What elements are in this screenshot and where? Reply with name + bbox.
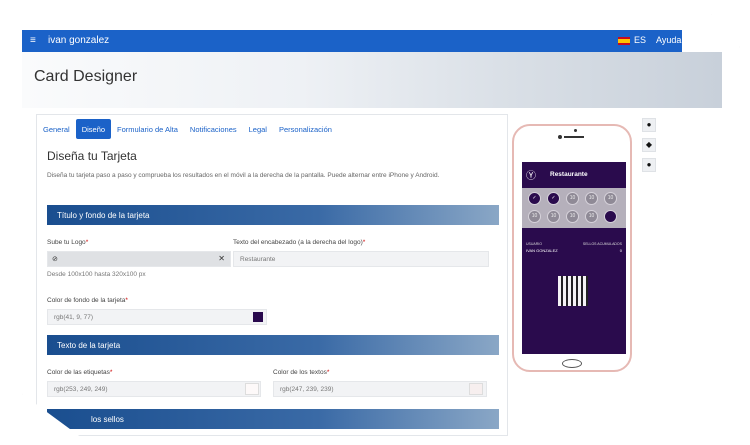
spain-flag-icon[interactable] [618, 37, 630, 45]
app-window: ≡ ivan gonzalez ES Ayuda Card Designer G… [22, 14, 740, 436]
card-info: USUARIO SELLOS ACUMULADOS IVAN GONZALEZ 0 [526, 240, 622, 253]
stamp: 10 [566, 192, 579, 205]
clear-icon[interactable]: ✕ [218, 254, 225, 263]
info-left-label: USUARIO [526, 242, 542, 246]
tab-diseno[interactable]: Diseño [75, 119, 112, 139]
stamp: 10 [585, 210, 598, 223]
section-band-title-bg: Título y fondo de la tarjeta [47, 205, 499, 225]
apple-icon[interactable]: ● [642, 118, 656, 132]
tab-general[interactable]: General [37, 119, 76, 139]
card-preview: Ⓨ Restaurante ✓ ✓ 10 10 10 10 10 10 10 U… [522, 162, 626, 354]
stamp [604, 210, 617, 223]
designer-panel: General Diseño Formulario de Alta Notifi… [36, 114, 508, 436]
section-band-stamps: los sellos [47, 409, 499, 429]
logo-label: Sube tu Logo* [47, 239, 89, 246]
tab-notificaciones[interactable]: Notificaciones [184, 119, 243, 139]
user-name[interactable]: ivan gonzalez [48, 35, 109, 46]
section-heading: Diseña tu Tarjeta [47, 149, 137, 163]
label-color-input[interactable]: rgb(253, 249, 249) [47, 381, 261, 397]
card-title: Restaurante [550, 171, 588, 178]
phone-camera [558, 135, 562, 139]
stamp: 10 [604, 192, 617, 205]
section-band-card-text: Texto de la tarjeta [47, 335, 499, 355]
stamp: ✓ [547, 192, 560, 205]
stamp-grid: ✓ ✓ 10 10 10 10 10 10 10 [522, 188, 626, 228]
info-right-label: SELLOS ACUMULADOS [582, 242, 622, 246]
info-left-value: IVAN GONZALEZ [526, 248, 558, 253]
upload-icon[interactable]: ⊘ [52, 255, 58, 263]
text-color-swatch[interactable] [469, 383, 483, 395]
stamp: 10 [585, 192, 598, 205]
label-color-swatch[interactable] [245, 383, 259, 395]
qr-code [558, 276, 588, 306]
chat-icon[interactable]: ● [642, 158, 656, 172]
text-color-input[interactable]: rgb(247, 239, 239) [273, 381, 487, 397]
phone-sensor [574, 129, 577, 132]
label-color-label: Color de las etiquetas* [47, 369, 113, 376]
home-button [562, 359, 582, 368]
stamp: 10 [528, 210, 541, 223]
logo-size-hint: Desde 100x100 hasta 320x100 px [47, 271, 146, 278]
stamp: 10 [547, 210, 560, 223]
restaurant-logo-icon: Ⓨ [526, 171, 536, 182]
tab-formulario-alta[interactable]: Formulario de Alta [111, 119, 184, 139]
tab-legal[interactable]: Legal [243, 119, 273, 139]
android-icon[interactable]: ◆ [642, 138, 656, 152]
header-text-input[interactable]: Restaurante [233, 251, 489, 267]
info-right-value: 0 [619, 248, 622, 253]
header-text-label: Texto del encabezado (a la derecha del l… [233, 239, 366, 246]
bg-color-swatch[interactable] [253, 312, 263, 322]
help-link[interactable]: Ayuda [656, 35, 681, 45]
stamp: 10 [566, 210, 579, 223]
language-selector[interactable]: ES [634, 35, 646, 45]
section-description: Diseña tu tarjeta paso a paso y comprueb… [47, 172, 440, 179]
hamburger-icon[interactable]: ≡ [30, 35, 36, 46]
card-header: Ⓨ Restaurante [522, 162, 626, 186]
bg-color-label: Color de fondo de la tarjeta* [47, 297, 128, 304]
top-navbar: ≡ ivan gonzalez ES Ayuda [22, 30, 682, 52]
logo-upload-field[interactable]: ⊘ ✕ [47, 251, 231, 267]
page-header: Card Designer [22, 52, 722, 108]
page-title: Card Designer [34, 68, 138, 85]
screenshot-frame: ≡ ivan gonzalez ES Ayuda Card Designer G… [0, 0, 750, 445]
phone-preview: Ⓨ Restaurante ✓ ✓ 10 10 10 10 10 10 10 U… [512, 124, 632, 372]
tab-bar: General Diseño Formulario de Alta Notifi… [37, 119, 338, 139]
tab-personalizacion[interactable]: Personalización [273, 119, 338, 139]
bg-color-input[interactable]: rgb(41, 9, 77) [47, 309, 267, 325]
phone-speaker [564, 136, 584, 138]
text-color-label: Color de los textos* [273, 369, 330, 376]
stamp: ✓ [528, 192, 541, 205]
